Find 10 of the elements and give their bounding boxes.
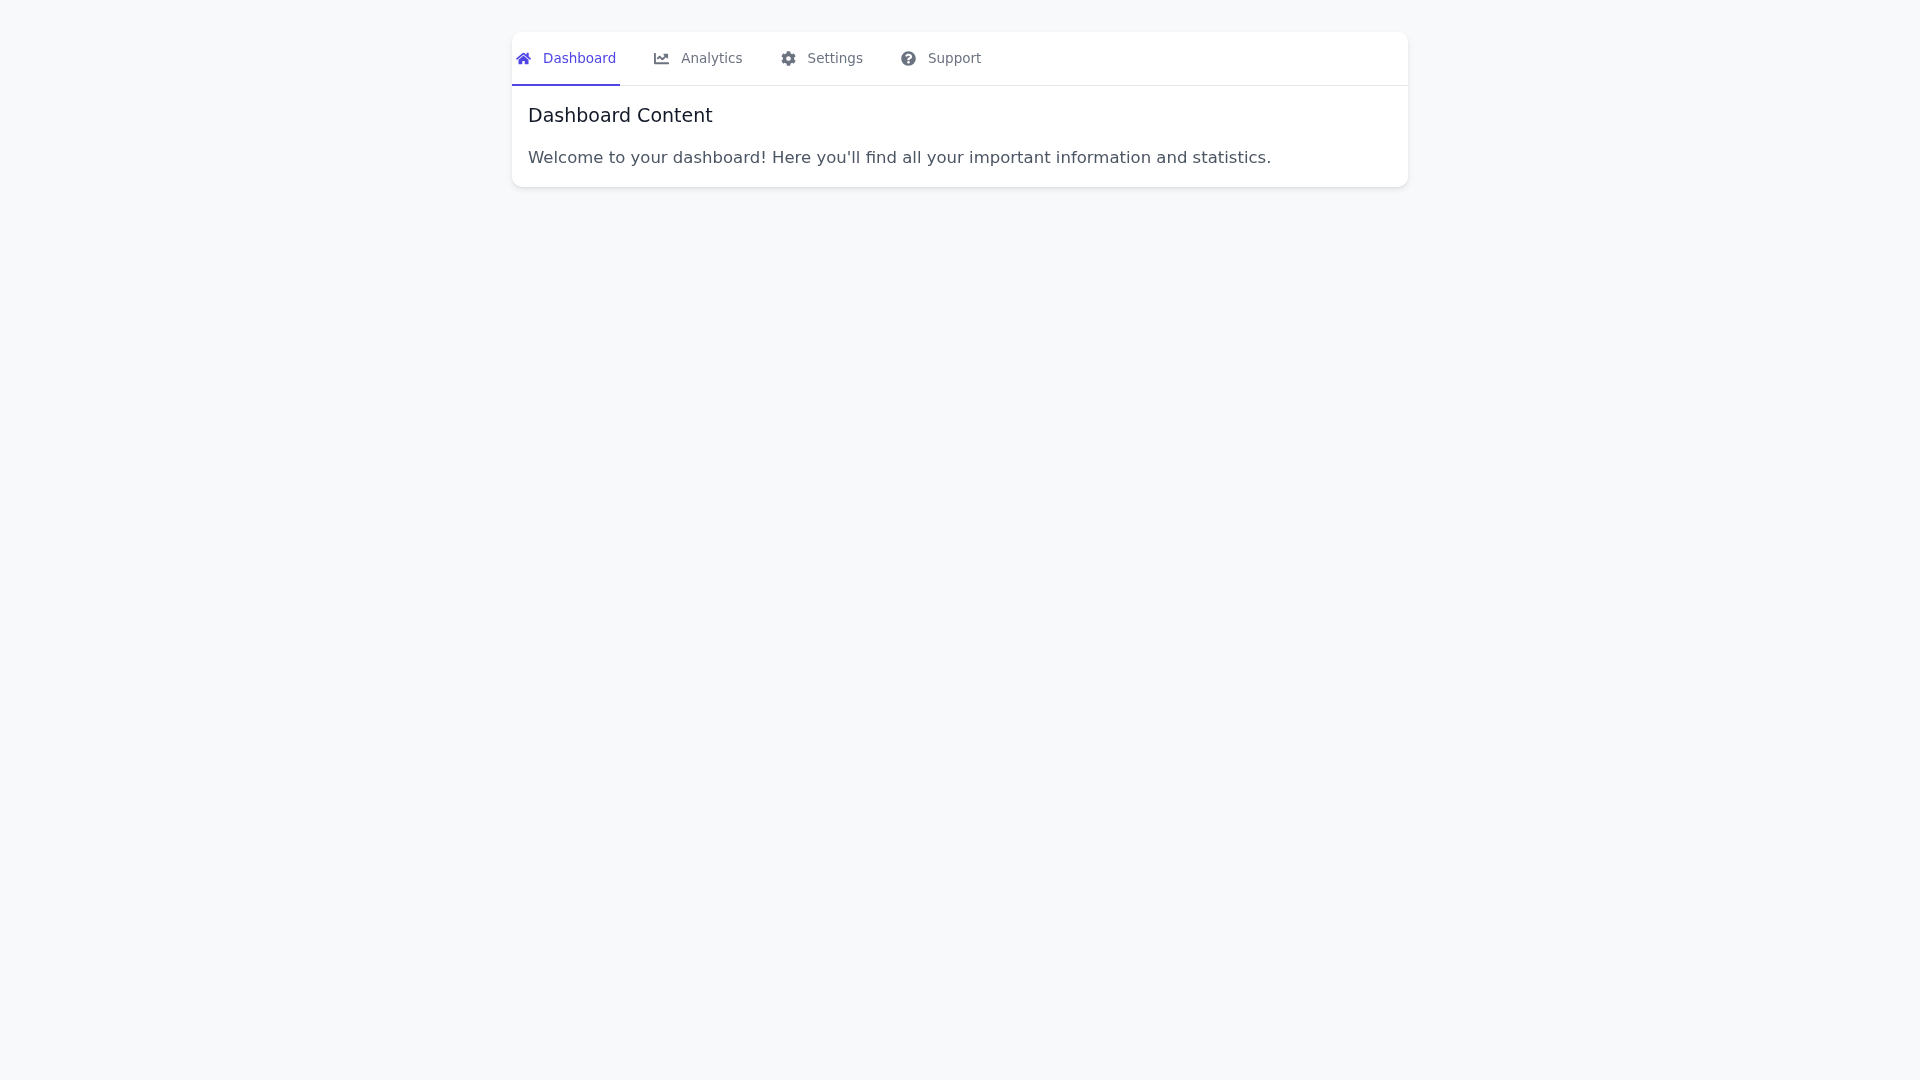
line-chart-icon (654, 50, 670, 66)
content-text: Welcome to your dashboard! Here you'll find all your important information and statistics. (528, 148, 1273, 167)
help-icon (900, 50, 916, 66)
home-icon (516, 50, 531, 66)
tab[interactable]: Support (896, 32, 986, 86)
tab[interactable]: Settings (776, 32, 867, 86)
tab[interactable]: Dashboard (512, 32, 621, 86)
content-title: Dashboard Content (528, 104, 714, 126)
tab[interactable]: Analytics (650, 32, 747, 86)
settings-icon (780, 50, 796, 66)
